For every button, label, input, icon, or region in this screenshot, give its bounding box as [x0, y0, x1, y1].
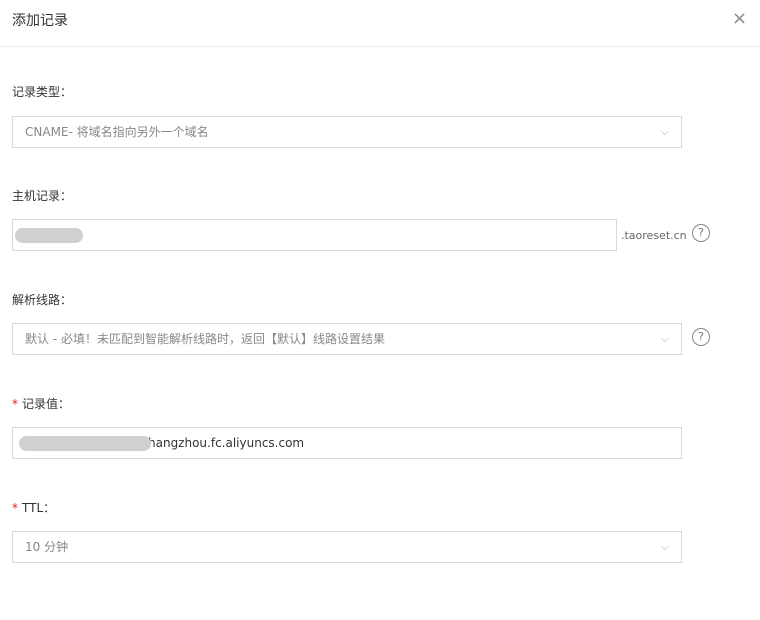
record-value-label-text: 记录值： [22, 397, 71, 411]
domain-suffix: .taoreset.cn [621, 229, 687, 242]
header-divider [0, 46, 760, 47]
line-select[interactable]: 默认 - 必填！未匹配到智能解析线路时，返回【默认】线路设置结果 ⌵ [12, 323, 682, 355]
help-icon[interactable]: ? [692, 328, 710, 346]
host-input[interactable] [12, 219, 617, 251]
record-value-label: * 记录值： [12, 395, 70, 412]
chevron-down-icon: ⌵ [660, 540, 669, 553]
dialog-title: 添加记录 [12, 13, 68, 29]
chevron-down-icon: ⌵ [660, 125, 669, 138]
required-mark: * [12, 397, 18, 411]
required-mark: * [12, 501, 18, 515]
close-icon[interactable]: × [732, 9, 747, 29]
record-type-select[interactable]: CNAME- 将域名指向另外一个域名 ⌵ [12, 116, 682, 148]
host-label: 主机记录： [12, 189, 73, 203]
record-value-text: hangzhou.fc.aliyuncs.com [148, 436, 305, 450]
redacted-blur [15, 228, 83, 243]
line-label: 解析线路： [12, 293, 73, 307]
ttl-value: 10 分钟 [25, 540, 69, 554]
line-value: 默认 - 必填！未匹配到智能解析线路时，返回【默认】线路设置结果 [25, 332, 385, 346]
record-type-value: CNAME- 将域名指向另外一个域名 [25, 125, 209, 139]
ttl-label: * TTL： [12, 499, 55, 516]
record-type-label: 记录类型： [12, 85, 73, 99]
ttl-select[interactable]: 10 分钟 ⌵ [12, 531, 682, 563]
chevron-down-icon: ⌵ [660, 332, 669, 345]
ttl-label-text: TTL： [22, 501, 56, 515]
record-value-input[interactable]: hangzhou.fc.aliyuncs.com [12, 427, 682, 459]
help-icon[interactable]: ? [692, 224, 710, 242]
redacted-blur [19, 436, 151, 451]
